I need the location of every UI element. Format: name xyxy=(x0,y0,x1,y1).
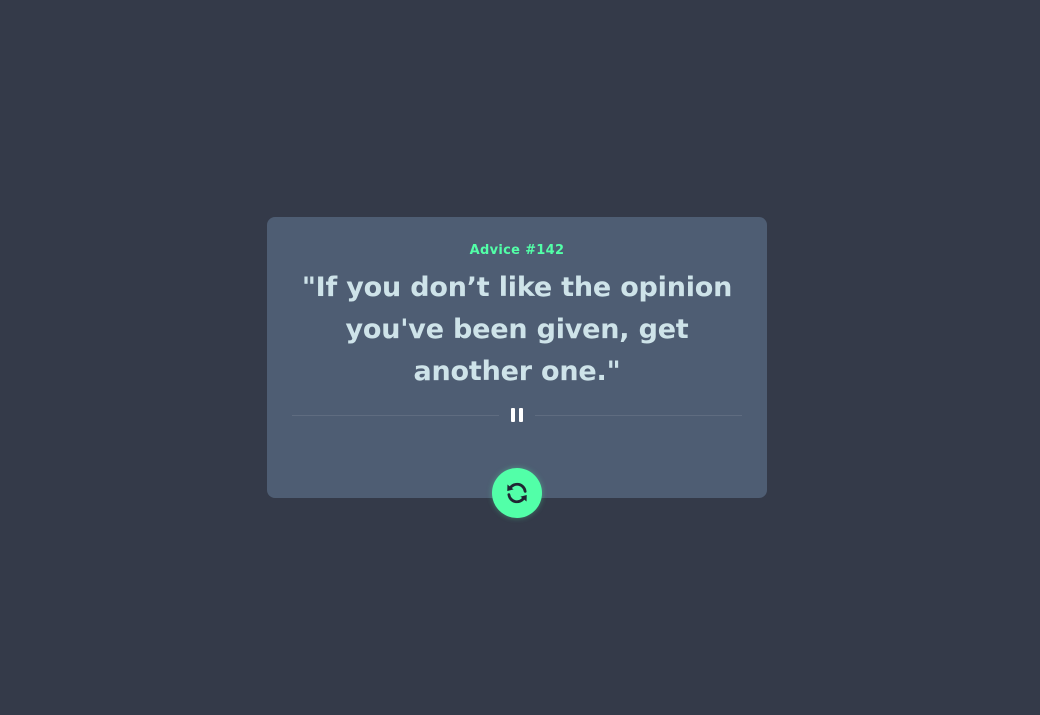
pattern-divider xyxy=(292,408,742,422)
refresh-icon xyxy=(507,482,527,504)
advice-card: Advice #142 "If you don’t like the opini… xyxy=(267,217,767,518)
advice-number-label: Advice #142 xyxy=(469,243,565,258)
divider-line-left xyxy=(292,415,499,416)
advice-quote: "If you don’t like the opinion you've be… xyxy=(301,272,733,387)
divider-line-right xyxy=(535,415,742,416)
pause-icon xyxy=(510,408,524,422)
new-advice-button[interactable] xyxy=(492,468,542,518)
